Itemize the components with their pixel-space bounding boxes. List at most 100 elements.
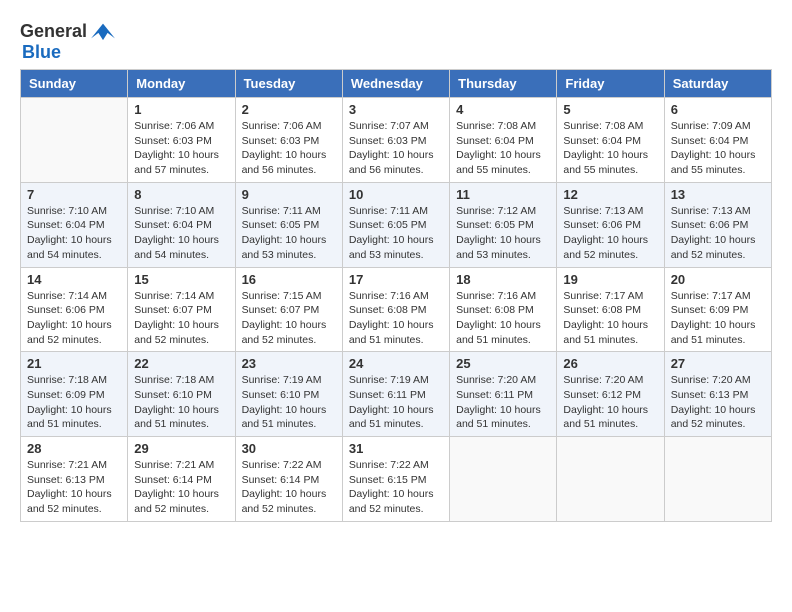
day-number: 5: [563, 102, 657, 117]
day-number: 16: [242, 272, 336, 287]
page-container: General Blue SundayMondayTuesdayWednesda…: [20, 20, 772, 522]
calendar-cell: 20 Sunrise: 7:17 AM Sunset: 6:09 PM Dayli…: [664, 267, 771, 352]
calendar-cell: 1 Sunrise: 7:06 AM Sunset: 6:03 PM Daylig…: [128, 98, 235, 183]
calendar-cell: 22 Sunrise: 7:18 AM Sunset: 6:10 PM Dayli…: [128, 352, 235, 437]
calendar-cell: 3 Sunrise: 7:07 AM Sunset: 6:03 PM Daylig…: [342, 98, 449, 183]
day-info: Sunrise: 7:06 AM Sunset: 6:03 PM Dayligh…: [134, 119, 228, 178]
day-info: Sunrise: 7:22 AM Sunset: 6:15 PM Dayligh…: [349, 458, 443, 517]
day-info: Sunrise: 7:08 AM Sunset: 6:04 PM Dayligh…: [563, 119, 657, 178]
calendar-cell: 8Sunrise: 7:10 AM Sunset: 6:04 PM Daylig…: [128, 182, 235, 267]
calendar-cell: 26Sunrise: 7:20 AM Sunset: 6:12 PM Dayli…: [557, 352, 664, 437]
calendar-cell: 29 Sunrise: 7:21 AM Sunset: 6:14 PM Dayli…: [128, 437, 235, 522]
day-number: 10: [349, 187, 443, 202]
calendar-cell: 16 Sunrise: 7:15 AM Sunset: 6:07 PM Dayli…: [235, 267, 342, 352]
calendar-cell: 10 Sunrise: 7:11 AM Sunset: 6:05 PM Dayli…: [342, 182, 449, 267]
day-number: 14: [27, 272, 121, 287]
day-number: 2: [242, 102, 336, 117]
logo-area: General Blue: [20, 20, 117, 63]
calendar-cell: 21 Sunrise: 7:18 AM Sunset: 6:09 PM Dayli…: [21, 352, 128, 437]
day-number: 27: [671, 356, 765, 371]
calendar-cell: [450, 437, 557, 522]
day-info: Sunrise: 7:17 AM Sunset: 6:08 PM Dayligh…: [563, 289, 657, 348]
day-info: Sunrise: 7:20 AM Sunset: 6:13 PM Dayligh…: [671, 373, 765, 432]
day-number: 1: [134, 102, 228, 117]
day-number: 20: [671, 272, 765, 287]
day-info: Sunrise: 7:20 AM Sunset: 6:11 PM Dayligh…: [456, 373, 550, 432]
calendar-cell: 12Sunrise: 7:13 AM Sunset: 6:06 PM Dayli…: [557, 182, 664, 267]
day-info: Sunrise: 7:18 AM Sunset: 6:09 PM Dayligh…: [27, 373, 121, 432]
calendar-cell: 6Sunrise: 7:09 AM Sunset: 6:04 PM Daylig…: [664, 98, 771, 183]
day-number: 21: [27, 356, 121, 371]
day-info: Sunrise: 7:16 AM Sunset: 6:08 PM Dayligh…: [349, 289, 443, 348]
day-info: Sunrise: 7:07 AM Sunset: 6:03 PM Dayligh…: [349, 119, 443, 178]
calendar-cell: 31Sunrise: 7:22 AM Sunset: 6:15 PM Dayli…: [342, 437, 449, 522]
day-info: Sunrise: 7:21 AM Sunset: 6:14 PM Dayligh…: [134, 458, 228, 517]
day-info: Sunrise: 7:21 AM Sunset: 6:13 PM Dayligh…: [27, 458, 121, 517]
calendar-cell: 27 Sunrise: 7:20 AM Sunset: 6:13 PM Dayli…: [664, 352, 771, 437]
day-info: Sunrise: 7:11 AM Sunset: 6:05 PM Dayligh…: [349, 204, 443, 263]
day-header-friday: Friday: [557, 70, 664, 98]
day-number: 11: [456, 187, 550, 202]
calendar-cell: 9 Sunrise: 7:11 AM Sunset: 6:05 PM Daylig…: [235, 182, 342, 267]
day-number: 23: [242, 356, 336, 371]
day-header-saturday: Saturday: [664, 70, 771, 98]
day-info: Sunrise: 7:06 AM Sunset: 6:03 PM Dayligh…: [242, 119, 336, 178]
calendar-cell: 11 Sunrise: 7:12 AM Sunset: 6:05 PM Dayli…: [450, 182, 557, 267]
calendar-cell: 25 Sunrise: 7:20 AM Sunset: 6:11 PM Dayli…: [450, 352, 557, 437]
day-header-wednesday: Wednesday: [342, 70, 449, 98]
day-number: 13: [671, 187, 765, 202]
day-number: 25: [456, 356, 550, 371]
day-info: Sunrise: 7:08 AM Sunset: 6:04 PM Dayligh…: [456, 119, 550, 178]
day-info: Sunrise: 7:18 AM Sunset: 6:10 PM Dayligh…: [134, 373, 228, 432]
calendar-week-row: 14Sunrise: 7:14 AM Sunset: 6:06 PM Dayli…: [21, 267, 772, 352]
day-number: 19: [563, 272, 657, 287]
calendar-cell: 17 Sunrise: 7:16 AM Sunset: 6:08 PM Dayli…: [342, 267, 449, 352]
day-header-tuesday: Tuesday: [235, 70, 342, 98]
calendar-week-row: 1 Sunrise: 7:06 AM Sunset: 6:03 PM Daylig…: [21, 98, 772, 183]
day-number: 15: [134, 272, 228, 287]
day-number: 3: [349, 102, 443, 117]
day-number: 24: [349, 356, 443, 371]
calendar-cell: [557, 437, 664, 522]
day-info: Sunrise: 7:10 AM Sunset: 6:04 PM Dayligh…: [27, 204, 121, 263]
header: General Blue: [20, 20, 772, 63]
day-number: 12: [563, 187, 657, 202]
calendar-cell: 18 Sunrise: 7:16 AM Sunset: 6:08 PM Dayli…: [450, 267, 557, 352]
calendar-header-row: SundayMondayTuesdayWednesdayThursdayFrid…: [21, 70, 772, 98]
calendar-cell: 23 Sunrise: 7:19 AM Sunset: 6:10 PM Dayli…: [235, 352, 342, 437]
day-number: 17: [349, 272, 443, 287]
day-info: Sunrise: 7:17 AM Sunset: 6:09 PM Dayligh…: [671, 289, 765, 348]
calendar-cell: 4 Sunrise: 7:08 AM Sunset: 6:04 PM Daylig…: [450, 98, 557, 183]
day-header-thursday: Thursday: [450, 70, 557, 98]
day-number: 7: [27, 187, 121, 202]
day-number: 6: [671, 102, 765, 117]
calendar-cell: [21, 98, 128, 183]
calendar-cell: 5 Sunrise: 7:08 AM Sunset: 6:04 PM Daylig…: [557, 98, 664, 183]
day-number: 26: [563, 356, 657, 371]
calendar-cell: [664, 437, 771, 522]
day-info: Sunrise: 7:13 AM Sunset: 6:06 PM Dayligh…: [671, 204, 765, 263]
calendar-week-row: 7 Sunrise: 7:10 AM Sunset: 6:04 PM Daylig…: [21, 182, 772, 267]
day-info: Sunrise: 7:15 AM Sunset: 6:07 PM Dayligh…: [242, 289, 336, 348]
day-info: Sunrise: 7:19 AM Sunset: 6:10 PM Dayligh…: [242, 373, 336, 432]
day-info: Sunrise: 7:16 AM Sunset: 6:08 PM Dayligh…: [456, 289, 550, 348]
calendar-cell: 13 Sunrise: 7:13 AM Sunset: 6:06 PM Dayli…: [664, 182, 771, 267]
day-number: 9: [242, 187, 336, 202]
day-number: 4: [456, 102, 550, 117]
calendar-week-row: 21 Sunrise: 7:18 AM Sunset: 6:09 PM Dayli…: [21, 352, 772, 437]
day-info: Sunrise: 7:22 AM Sunset: 6:14 PM Dayligh…: [242, 458, 336, 517]
day-info: Sunrise: 7:10 AM Sunset: 6:04 PM Dayligh…: [134, 204, 228, 263]
calendar-cell: 15Sunrise: 7:14 AM Sunset: 6:07 PM Dayli…: [128, 267, 235, 352]
day-number: 29: [134, 441, 228, 456]
logo-bird-icon: [89, 20, 117, 42]
calendar-cell: 19 Sunrise: 7:17 AM Sunset: 6:08 PM Dayli…: [557, 267, 664, 352]
day-info: Sunrise: 7:11 AM Sunset: 6:05 PM Dayligh…: [242, 204, 336, 263]
day-number: 22: [134, 356, 228, 371]
day-number: 18: [456, 272, 550, 287]
calendar-cell: 2 Sunrise: 7:06 AM Sunset: 6:03 PM Daylig…: [235, 98, 342, 183]
day-number: 30: [242, 441, 336, 456]
calendar-cell: 7 Sunrise: 7:10 AM Sunset: 6:04 PM Daylig…: [21, 182, 128, 267]
calendar-week-row: 28Sunrise: 7:21 AM Sunset: 6:13 PM Dayli…: [21, 437, 772, 522]
day-info: Sunrise: 7:12 AM Sunset: 6:05 PM Dayligh…: [456, 204, 550, 263]
calendar-cell: 28Sunrise: 7:21 AM Sunset: 6:13 PM Dayli…: [21, 437, 128, 522]
